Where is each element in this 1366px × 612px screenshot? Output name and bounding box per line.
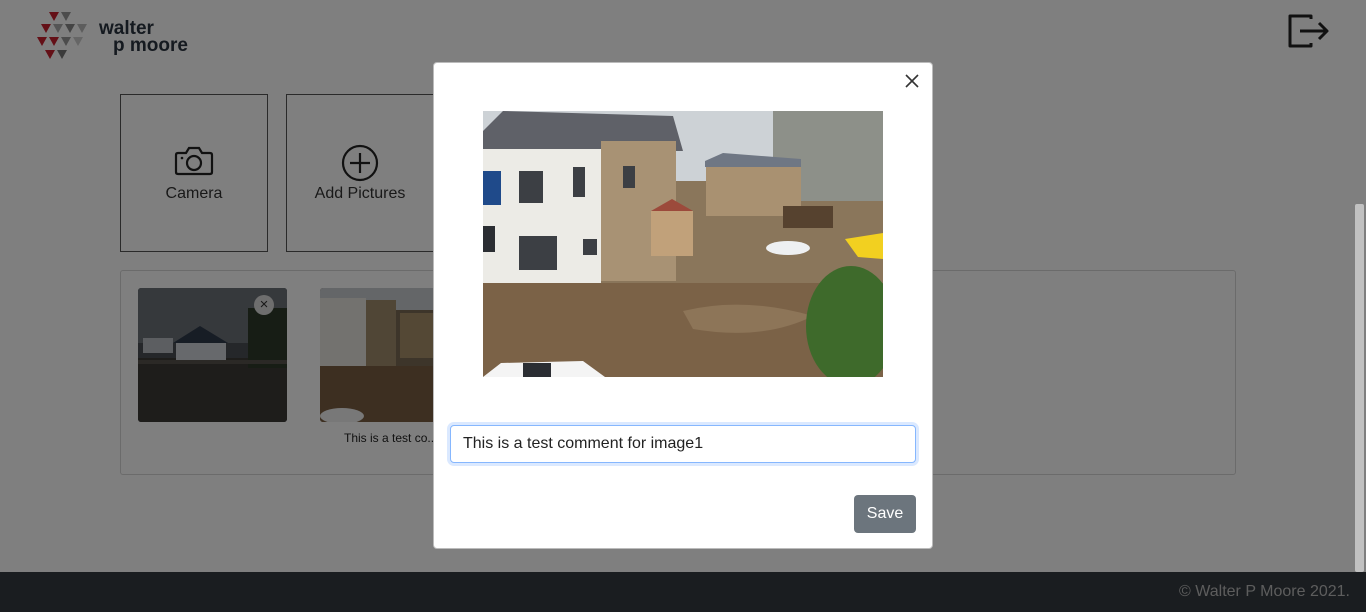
page-scrollbar[interactable]: [1355, 204, 1364, 572]
flooded-street-photo: [483, 111, 883, 377]
close-modal-button[interactable]: [903, 72, 921, 90]
image-comment-modal: Save: [433, 62, 933, 549]
selected-image-preview: [483, 111, 883, 377]
comment-input[interactable]: [450, 425, 916, 463]
save-button[interactable]: Save: [854, 495, 916, 533]
close-icon: [905, 74, 919, 88]
